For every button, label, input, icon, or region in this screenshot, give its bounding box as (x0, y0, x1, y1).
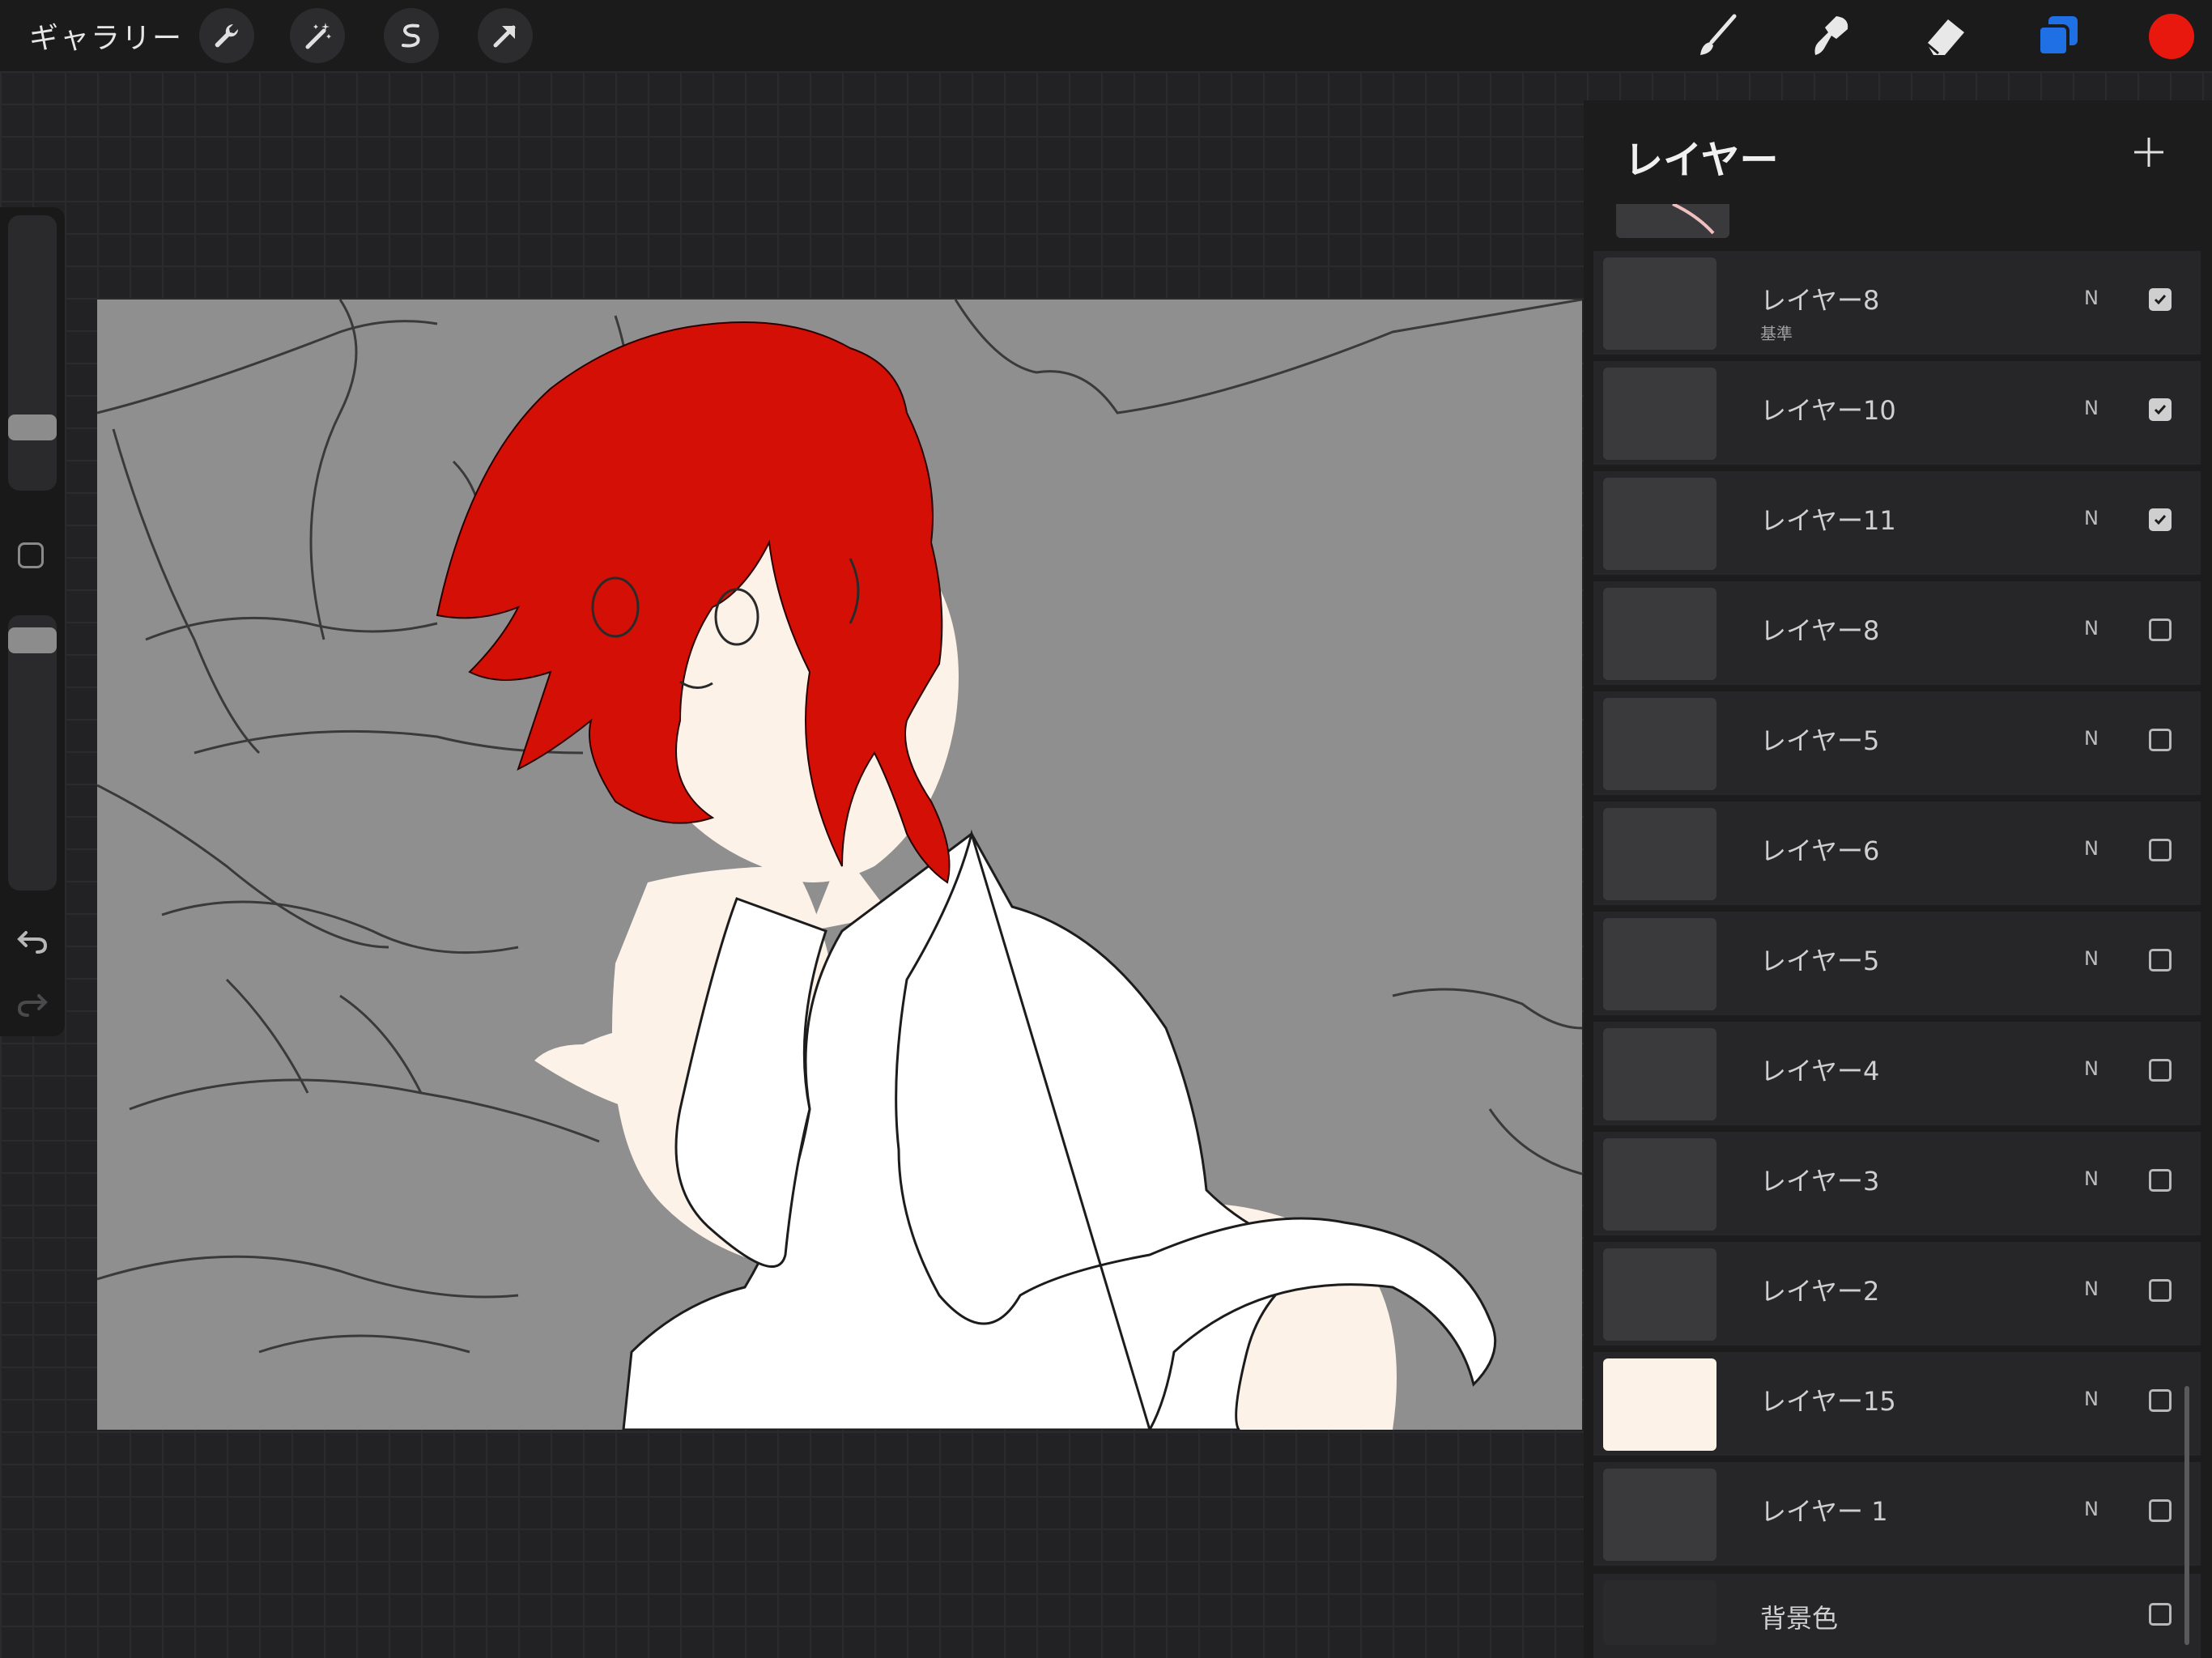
wrench-icon[interactable] (199, 8, 254, 63)
layer-row[interactable]: レイヤー2 N (1593, 1242, 2201, 1349)
eraser-icon[interactable] (1919, 10, 1971, 62)
layer-visibility-checkbox[interactable] (2149, 949, 2172, 971)
layer-name: レイヤー10 (1760, 395, 1896, 426)
add-layer-icon[interactable] (2126, 130, 2172, 175)
check-icon (2154, 405, 2167, 415)
layer-blend-mode[interactable]: N (2084, 727, 2099, 750)
redo-icon[interactable] (15, 986, 50, 1022)
undo-icon[interactable] (15, 923, 50, 959)
magic-wand-icon[interactable] (290, 8, 345, 63)
layer-blend-mode[interactable]: N (2084, 1278, 2099, 1300)
current-color-swatch[interactable] (2149, 14, 2194, 59)
opacity-slider[interactable] (8, 615, 57, 891)
artwork-illustration (97, 300, 1582, 1430)
layer-thumbnail (1603, 918, 1716, 1010)
layer-row[interactable]: レイヤー8 N (1593, 581, 2201, 688)
layer-row[interactable]: レイヤー5 N (1593, 691, 2201, 798)
check-icon (2154, 515, 2167, 525)
layer-row[interactable]: レイヤー10 N (1593, 361, 2201, 468)
layer-row[interactable]: レイヤー8 基準 N (1593, 251, 2201, 358)
layer-row[interactable]: レイヤー11 N (1593, 471, 2201, 578)
layer-blend-mode[interactable]: N (2084, 1167, 2099, 1190)
layer-thumbnail (1603, 808, 1716, 900)
background-visibility-checkbox[interactable] (2149, 1603, 2172, 1626)
brush-size-thumb[interactable] (8, 414, 57, 441)
layer-row[interactable]: レイヤー15 N (1593, 1352, 2201, 1459)
layer-thumbnail (1603, 1028, 1716, 1120)
layer-row[interactable]: レイヤー6 N (1593, 801, 2201, 908)
background-color-layer[interactable]: 背景色 (1593, 1574, 2201, 1658)
layer-name: レイヤー11 (1760, 505, 1896, 536)
layer-thumbnail (1603, 698, 1716, 790)
transform-arrow-icon[interactable] (478, 8, 533, 63)
layer-name: レイヤー6 (1760, 835, 1880, 866)
layer-name: レイヤー8 (1760, 285, 1880, 316)
layer-visibility-checkbox[interactable] (2149, 1389, 2172, 1412)
layer-name: レイヤー8 (1760, 615, 1880, 646)
layer-visibility-checkbox[interactable] (2149, 619, 2172, 641)
background-color-thumbnail (1603, 1580, 1716, 1645)
opacity-thumb[interactable] (8, 627, 57, 654)
layer-blend-mode[interactable]: N (2084, 1057, 2099, 1080)
layer-thumbnail-partial (1616, 204, 1729, 238)
modifier-button[interactable] (18, 542, 44, 568)
layer-thumbnail (1603, 1138, 1716, 1231)
layer-row[interactable]: レイヤー5 N (1593, 912, 2201, 1018)
layer-visibility-checkbox[interactable] (2149, 508, 2172, 531)
layer-thumbnail (1603, 1248, 1716, 1341)
smudge-icon[interactable] (1806, 10, 1857, 62)
background-layer-label: 背景色 (1760, 1603, 1839, 1634)
selection-icon[interactable] (384, 8, 439, 63)
layer-blend-mode[interactable]: N (2084, 947, 2099, 970)
layer-visibility-checkbox[interactable] (2149, 1279, 2172, 1302)
layers-panel-title: レイヤー (1624, 138, 1779, 183)
layer-blend-mode[interactable]: N (2084, 837, 2099, 860)
drawing-canvas[interactable] (97, 300, 1582, 1430)
layer-visibility-checkbox[interactable] (2149, 398, 2172, 421)
layers-panel: レイヤー レイヤー8 基準 N レイヤー10 N レイヤー11 N レイヤー8 N レイヤー5 N レ… (1584, 100, 2212, 1658)
layer-row[interactable]: レイヤー3 N (1593, 1132, 2201, 1239)
brush-size-slider[interactable] (8, 215, 57, 491)
layer-visibility-checkbox[interactable] (2149, 729, 2172, 751)
layer-blend-mode[interactable]: N (2084, 287, 2099, 309)
layer-blend-mode[interactable]: N (2084, 1388, 2099, 1410)
top-toolbar: ギャラリー (0, 0, 2212, 71)
layer-name: レイヤー5 (1760, 946, 1880, 976)
layer-name: レイヤー3 (1760, 1166, 1880, 1197)
left-sidebar (0, 207, 65, 1036)
layer-row[interactable]: レイヤー 1 N (1593, 1462, 2201, 1569)
layer-blend-mode[interactable]: N (2084, 1498, 2099, 1520)
layer-thumbnail (1603, 1358, 1716, 1451)
layers-scrollbar[interactable] (2184, 1386, 2189, 1645)
layer-thumbnail (1603, 478, 1716, 570)
gallery-button[interactable]: ギャラリー (29, 15, 183, 57)
layer-blend-mode[interactable]: N (2084, 617, 2099, 640)
layer-name: レイヤー 1 (1760, 1496, 1888, 1527)
layer-blend-mode[interactable]: N (2084, 397, 2099, 419)
layer-name: レイヤー4 (1760, 1056, 1880, 1086)
layer-visibility-checkbox[interactable] (2149, 288, 2172, 311)
brush-icon[interactable] (1692, 10, 1744, 62)
layer-blend-mode[interactable]: N (2084, 507, 2099, 529)
layer-row[interactable]: レイヤー4 N (1593, 1022, 2201, 1129)
layer-name: レイヤー15 (1760, 1386, 1896, 1417)
layer-thumbnail (1603, 588, 1716, 680)
layer-thumbnail (1603, 1469, 1716, 1561)
layers-icon[interactable] (2032, 10, 2084, 62)
layer-reference-label: 基準 (1760, 324, 1793, 343)
layer-visibility-checkbox[interactable] (2149, 1499, 2172, 1522)
layer-visibility-checkbox[interactable] (2149, 839, 2172, 861)
layer-visibility-checkbox[interactable] (2149, 1059, 2172, 1082)
layer-visibility-checkbox[interactable] (2149, 1169, 2172, 1192)
layer-thumbnail (1603, 257, 1716, 350)
layer-name: レイヤー5 (1760, 725, 1880, 756)
layer-name: レイヤー2 (1760, 1276, 1880, 1307)
layer-thumbnail (1603, 368, 1716, 460)
check-icon (2154, 295, 2167, 305)
